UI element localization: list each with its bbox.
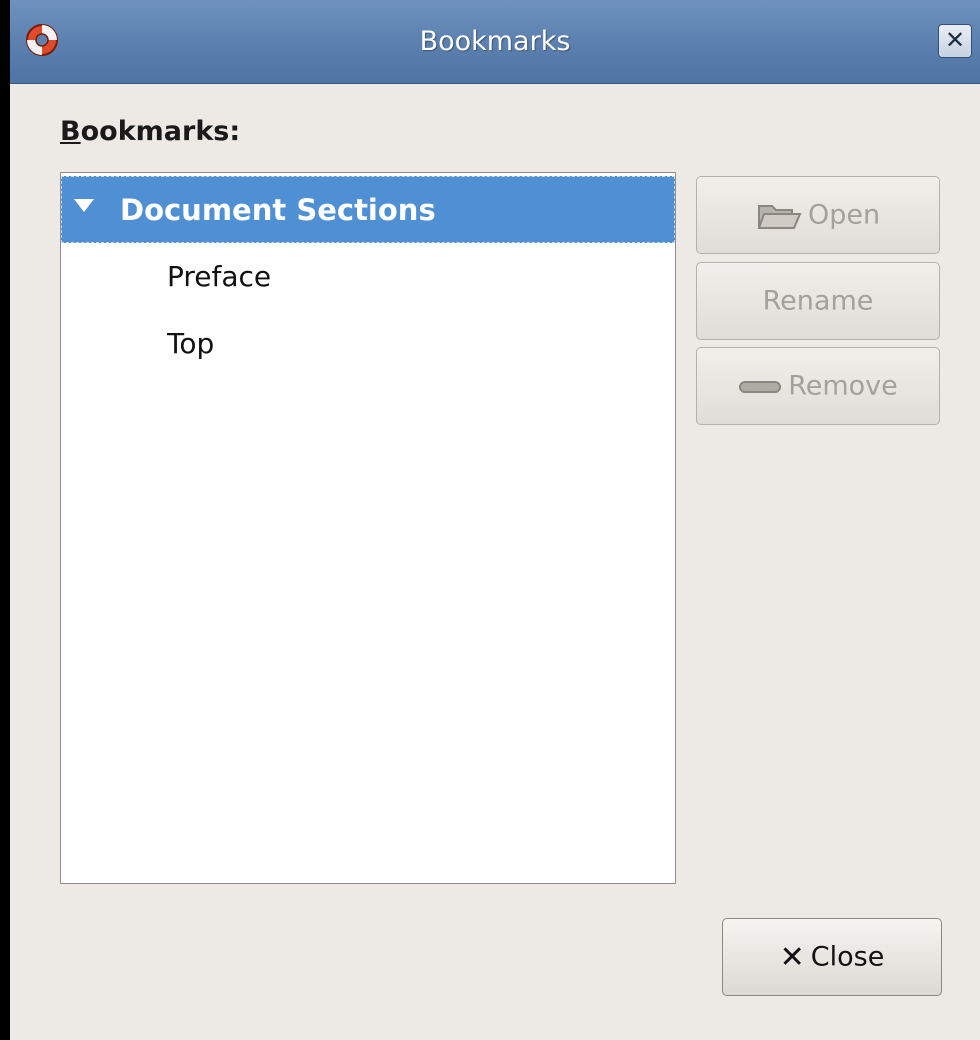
remove-button-label: Remove bbox=[788, 370, 898, 402]
rename-button-label: Rename bbox=[762, 285, 874, 317]
tree-row-label: Document Sections bbox=[120, 193, 436, 227]
bookmarks-label-rest: ookmarks: bbox=[80, 116, 241, 147]
close-button-label: Close bbox=[810, 941, 885, 973]
window-title: Bookmarks bbox=[419, 26, 571, 57]
minus-icon bbox=[739, 380, 782, 393]
bookmarks-dialog: Bookmarks ✕ Bookmarks: Document Sections… bbox=[10, 0, 980, 1040]
tree-row-label: Preface bbox=[167, 260, 272, 293]
x-icon: ✕ bbox=[779, 939, 805, 975]
bookmarks-label: Bookmarks: bbox=[60, 116, 240, 147]
tree-row-document-sections[interactable]: Document Sections bbox=[61, 176, 675, 243]
close-button[interactable]: ✕ Close bbox=[722, 918, 942, 996]
tree-row-label: Top bbox=[167, 327, 215, 360]
bookmarks-label-mnemonic: B bbox=[60, 116, 81, 147]
open-button-label: Open bbox=[807, 199, 881, 231]
tree-row-preface[interactable]: Preface bbox=[61, 243, 675, 310]
bookmarks-tree[interactable]: Document Sections Preface Top bbox=[60, 172, 676, 884]
title-bar[interactable]: Bookmarks ✕ bbox=[10, 0, 980, 84]
expander-down-icon[interactable] bbox=[74, 199, 94, 212]
tree-row-top[interactable]: Top bbox=[61, 310, 675, 377]
rename-button[interactable]: Rename bbox=[696, 262, 940, 340]
open-button[interactable]: Open bbox=[696, 176, 940, 254]
remove-button[interactable]: Remove bbox=[696, 347, 940, 425]
folder-icon bbox=[757, 204, 802, 229]
close-icon: ✕ bbox=[944, 26, 966, 54]
window-close-button[interactable]: ✕ bbox=[938, 24, 972, 58]
